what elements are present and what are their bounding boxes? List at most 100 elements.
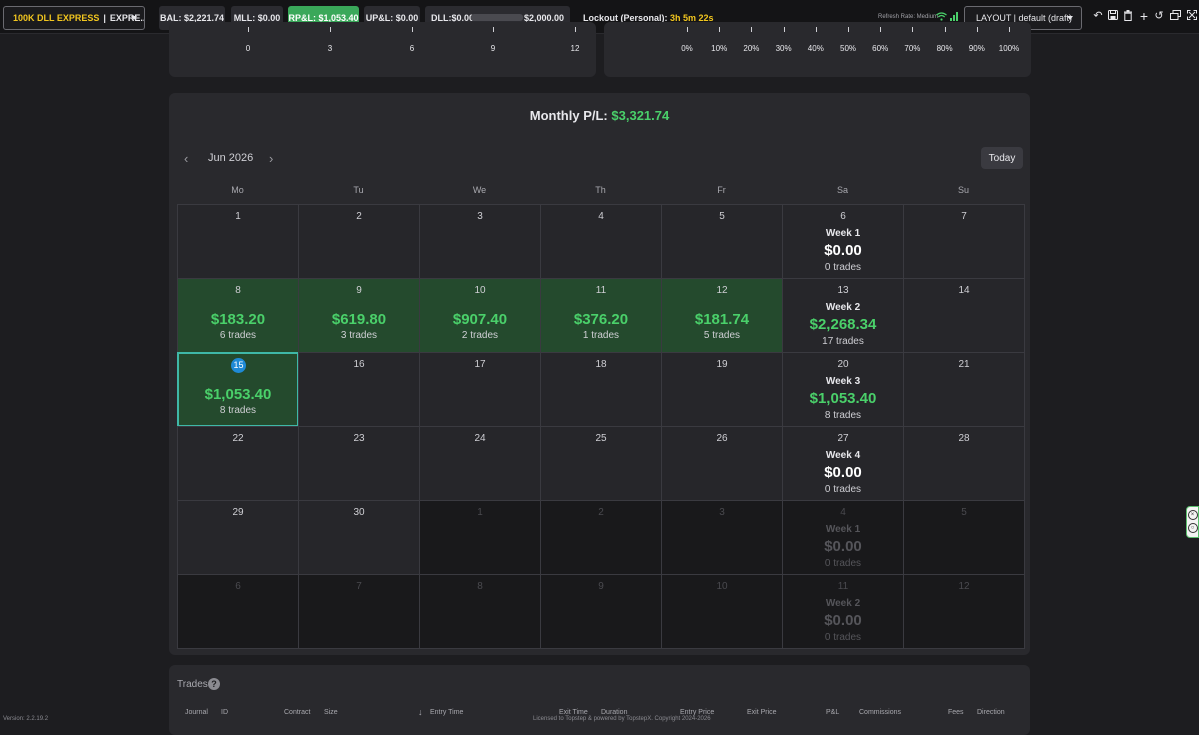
undo-layout-icon[interactable]: ↶ bbox=[1092, 10, 1104, 22]
day-cell[interactable]: 10 bbox=[661, 574, 783, 649]
windows-icon[interactable] bbox=[1169, 10, 1181, 22]
day-cell[interactable]: 6 bbox=[177, 574, 299, 649]
day-cell[interactable]: 1 bbox=[419, 500, 541, 575]
day-number: 8 bbox=[235, 285, 241, 296]
account-selector[interactable]: 100K DLL EXPRESS | EXPRE... bbox=[3, 6, 145, 30]
signal-bars-icon bbox=[950, 12, 958, 21]
trash-icon[interactable] bbox=[1122, 10, 1134, 22]
chat-icon[interactable]: ○ bbox=[1187, 523, 1198, 533]
column-header[interactable]: Entry Price bbox=[680, 709, 714, 716]
day-cell[interactable]: 21 bbox=[903, 352, 1025, 427]
help-icon[interactable]: ? bbox=[208, 678, 220, 690]
day-cell[interactable]: 8 $183.20 6 trades bbox=[177, 278, 299, 353]
column-header[interactable]: P&L bbox=[826, 709, 839, 716]
day-cell[interactable]: 15 $1,053.40 8 trades bbox=[177, 352, 299, 427]
monthly-pl: Monthly P/L: $3,321.74 bbox=[169, 108, 1030, 123]
account-separator: | bbox=[103, 13, 106, 23]
week-summary-cell[interactable]: 4 Week 1 $0.00 0 trades bbox=[782, 500, 904, 575]
column-header[interactable]: ID bbox=[221, 709, 228, 716]
today-badge: 15 bbox=[231, 358, 246, 373]
day-cell[interactable]: 7 bbox=[298, 574, 420, 649]
day-number: 20 bbox=[837, 359, 849, 370]
day-cell[interactable]: 25 bbox=[540, 426, 662, 501]
column-header[interactable]: Contract bbox=[284, 709, 310, 716]
week-summary-cell[interactable]: 13 Week 2 $2,268.34 17 trades bbox=[782, 278, 904, 353]
day-cell[interactable]: 22 bbox=[177, 426, 299, 501]
axis-tick bbox=[687, 27, 688, 32]
day-cell[interactable]: 30 bbox=[298, 500, 420, 575]
day-cell[interactable]: 8 bbox=[419, 574, 541, 649]
day-number: 24 bbox=[474, 433, 486, 444]
day-cell[interactable]: 1 bbox=[177, 204, 299, 279]
day-cell[interactable]: 12 $181.74 5 trades bbox=[661, 278, 783, 353]
day-cell[interactable]: 9 $619.80 3 trades bbox=[298, 278, 420, 353]
week-trade-count: 0 trades bbox=[824, 632, 862, 643]
day-cell[interactable]: 19 bbox=[661, 352, 783, 427]
day-cell[interactable]: 3 bbox=[419, 204, 541, 279]
day-cell[interactable]: 5 bbox=[661, 204, 783, 279]
weekday-label: Th bbox=[595, 185, 606, 195]
column-header[interactable]: Size bbox=[324, 709, 338, 716]
day-cell[interactable]: 26 bbox=[661, 426, 783, 501]
day-cell[interactable]: 3 bbox=[661, 500, 783, 575]
day-cell[interactable]: 4 bbox=[540, 204, 662, 279]
license-label: Licensed to Topstep & powered by Topstep… bbox=[533, 716, 711, 722]
day-cell[interactable]: 10 $907.40 2 trades bbox=[419, 278, 541, 353]
day-cell[interactable]: 11 $376.20 1 trades bbox=[540, 278, 662, 353]
day-cell[interactable]: 12 bbox=[903, 574, 1025, 649]
today-button[interactable]: Today bbox=[981, 147, 1023, 169]
day-number: 1 bbox=[477, 507, 483, 518]
day-number: 17 bbox=[474, 359, 486, 370]
trade-count-chart-card: 0 3 6 9 12 bbox=[169, 22, 596, 77]
day-cell[interactable]: 5 bbox=[903, 500, 1025, 575]
column-header[interactable]: Journal bbox=[185, 709, 208, 716]
day-cell[interactable]: 28 bbox=[903, 426, 1025, 501]
day-cell[interactable]: 23 bbox=[298, 426, 420, 501]
column-header[interactable]: Entry Time bbox=[430, 709, 463, 716]
fullscreen-icon[interactable] bbox=[1186, 10, 1198, 22]
day-cell[interactable]: 18 bbox=[540, 352, 662, 427]
axis-tick bbox=[848, 27, 849, 32]
day-cell[interactable]: 24 bbox=[419, 426, 541, 501]
week-trade-count: 0 trades bbox=[824, 484, 862, 495]
day-cell[interactable]: 29 bbox=[177, 500, 299, 575]
prev-month-icon[interactable]: ‹ bbox=[184, 151, 188, 166]
week-summary-cell[interactable]: 6 Week 1 $0.00 0 trades bbox=[782, 204, 904, 279]
add-icon[interactable]: + bbox=[1138, 9, 1150, 23]
trades-title: Trades bbox=[177, 679, 208, 690]
account-name: 100K DLL EXPRESS bbox=[13, 13, 100, 23]
day-cell[interactable]: 2 bbox=[540, 500, 662, 575]
day-cell[interactable]: 2 bbox=[298, 204, 420, 279]
day-cell[interactable]: 14 bbox=[903, 278, 1025, 353]
day-cell[interactable]: 9 bbox=[540, 574, 662, 649]
day-pnl: $183.20 bbox=[210, 311, 266, 328]
day-cell[interactable]: 16 bbox=[298, 352, 420, 427]
save-icon[interactable] bbox=[1107, 10, 1119, 22]
column-header[interactable]: Duration bbox=[601, 709, 627, 716]
column-header[interactable]: Direction bbox=[977, 709, 1005, 716]
axis-tick-label: 80% bbox=[936, 44, 953, 53]
dll-progress-bar bbox=[471, 14, 523, 21]
column-header[interactable]: Commissions bbox=[859, 709, 901, 716]
day-number: 29 bbox=[232, 507, 244, 518]
weekday-label: We bbox=[472, 185, 487, 195]
next-month-icon[interactable]: › bbox=[269, 151, 273, 166]
close-icon[interactable]: × bbox=[1187, 510, 1198, 520]
reset-icon[interactable]: ↺ bbox=[1153, 10, 1165, 22]
day-cell[interactable]: 7 bbox=[903, 204, 1025, 279]
day-cell[interactable]: 17 bbox=[419, 352, 541, 427]
week-pnl: $1,053.40 bbox=[809, 390, 877, 407]
column-header[interactable]: Fees bbox=[948, 709, 964, 716]
axis-tick bbox=[751, 27, 753, 32]
sort-arrow-down-icon[interactable]: ↓ bbox=[418, 707, 423, 717]
axis-tick-label: 0 bbox=[245, 44, 251, 53]
week-summary-cell[interactable]: 11 Week 2 $0.00 0 trades bbox=[782, 574, 904, 649]
week-summary-cell[interactable]: 20 Week 3 $1,053.40 8 trades bbox=[782, 352, 904, 427]
week-summary-cell[interactable]: 27 Week 4 $0.00 0 trades bbox=[782, 426, 904, 501]
week-pnl: $0.00 bbox=[824, 242, 862, 259]
column-header[interactable]: Exit Time bbox=[559, 709, 588, 716]
column-header[interactable]: Exit Price bbox=[747, 709, 777, 716]
side-widget[interactable]: × ○ bbox=[1186, 506, 1199, 538]
day-number: 5 bbox=[961, 507, 967, 518]
day-pnl: $1,053.40 bbox=[204, 386, 272, 403]
